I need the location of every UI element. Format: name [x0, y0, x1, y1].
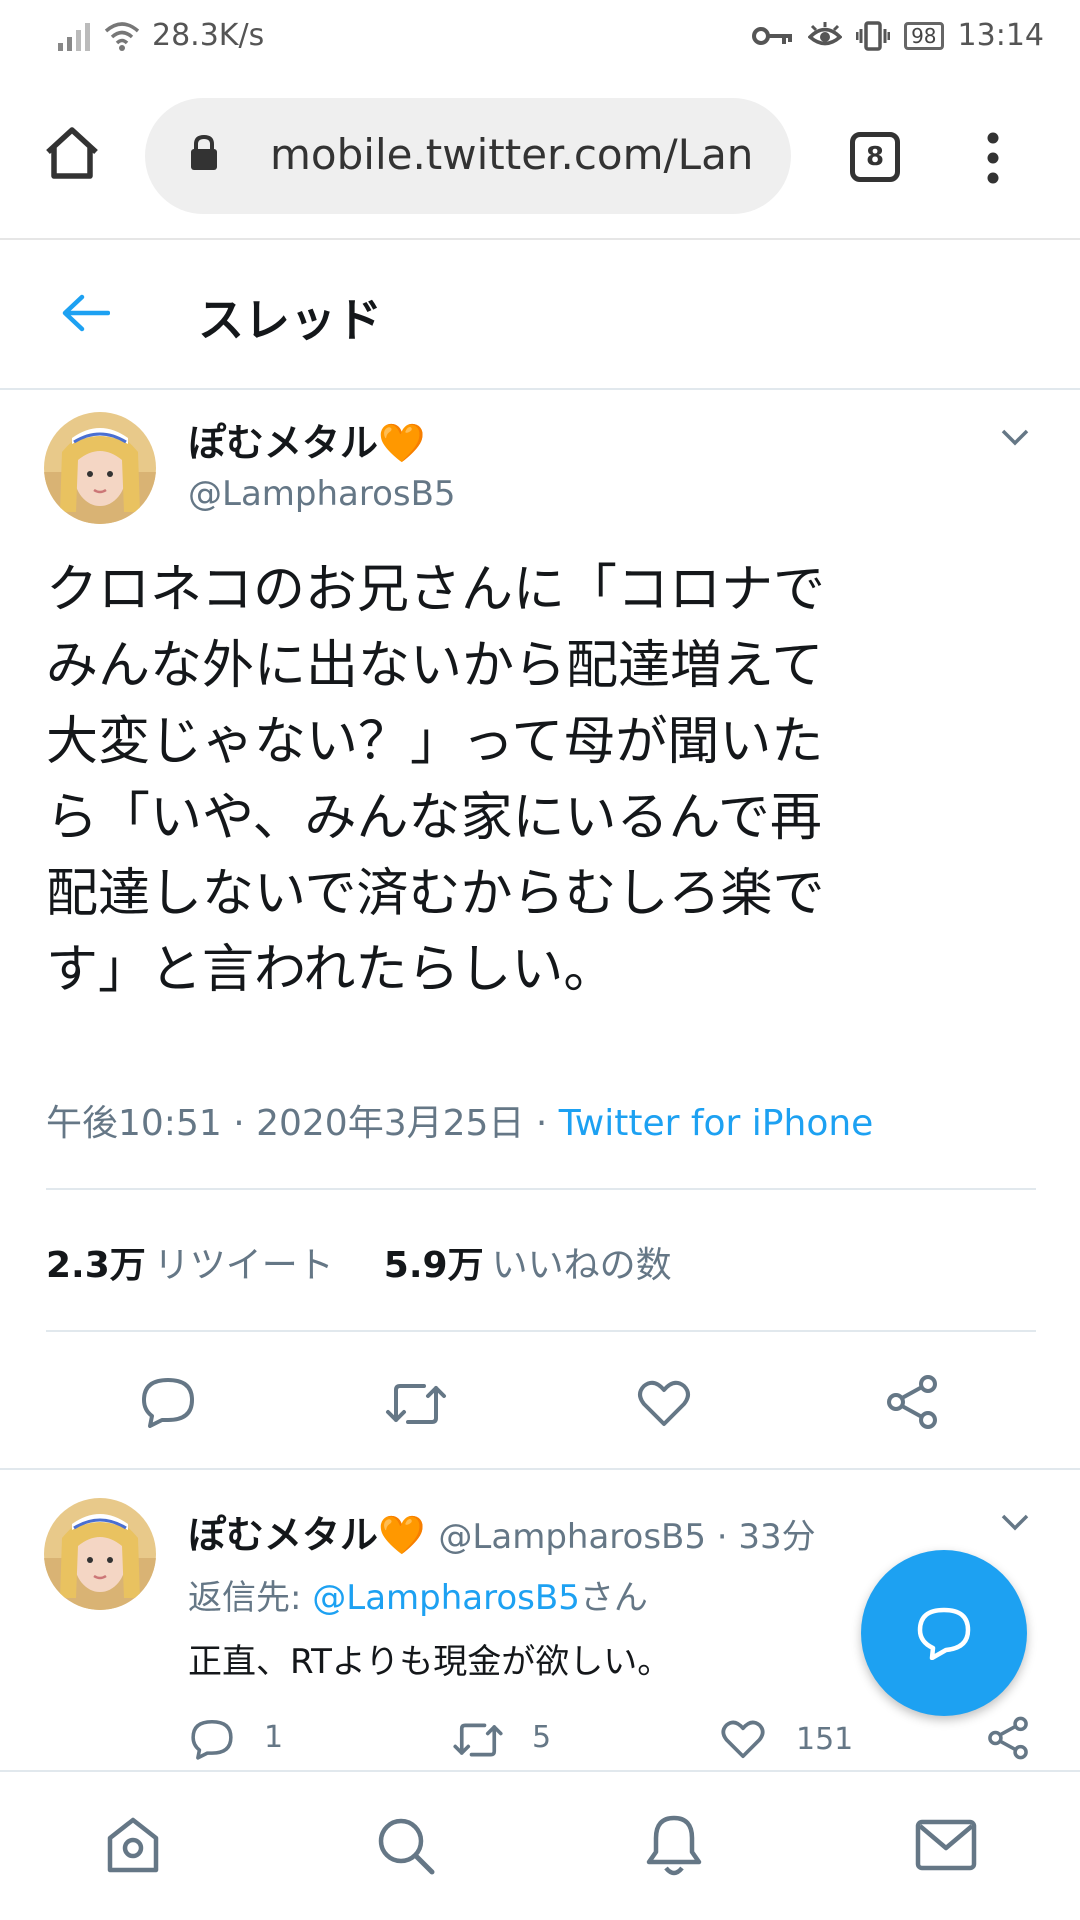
retweet-icon[interactable] — [452, 1720, 504, 1760]
url-bar[interactable]: mobile.twitter.com/Lan — [145, 98, 791, 214]
home-nav-icon[interactable] — [102, 1814, 164, 1876]
tweet-source[interactable]: Twitter for iPhone — [559, 1103, 874, 1144]
reply-icon[interactable] — [140, 1376, 196, 1428]
user-handle[interactable]: @LampharosB5 — [188, 474, 456, 514]
reply-count: 1 — [264, 1720, 284, 1755]
retweets-label[interactable]: リツイート — [154, 1245, 334, 1286]
reply-to-line: 返信先: @LampharosB5さん — [188, 1570, 648, 1619]
lock-icon — [191, 134, 217, 170]
messages-mail-icon[interactable] — [914, 1818, 978, 1872]
compose-reply-icon — [917, 1607, 971, 1660]
battery-icon: 98 — [904, 21, 944, 50]
section-divider — [0, 1468, 1080, 1470]
avatar[interactable] — [44, 1498, 156, 1610]
reply-to-handle[interactable]: @LampharosB5 — [312, 1578, 580, 1618]
reply-to-prefix: 返信先: — [188, 1578, 313, 1618]
eye-icon — [808, 21, 843, 45]
reply-text: 正直、RTよりも現金が欲しい。 — [188, 1642, 672, 1682]
like-heart-icon[interactable] — [720, 1718, 766, 1760]
status-bar: 28.3K/s 98 13:14 — [0, 0, 1080, 76]
tweet-timestamp[interactable]: 午後10:51 · 2020年3月25日 · — [46, 1103, 559, 1144]
search-nav-icon[interactable] — [374, 1814, 436, 1876]
like-count: 151 — [796, 1722, 854, 1757]
likes-label[interactable]: いいねの数 — [492, 1245, 672, 1286]
battery-level: 98 — [911, 23, 937, 48]
reply-header: ぽむメタル🧡 @LampharosB5 · 33分 — [188, 1504, 816, 1559]
avatar[interactable] — [44, 412, 156, 524]
chevron-down-icon[interactable] — [1000, 1512, 1030, 1532]
retweet-icon[interactable] — [384, 1380, 448, 1428]
tweet-metadata: 午後10:51 · 2020年3月25日 · Twitter for iPhon… — [46, 1094, 873, 1146]
wifi-icon — [104, 21, 140, 51]
reply-to-suffix: さん — [579, 1578, 648, 1618]
tweet-stats: 2.3万 リツイート 5.9万 いいねの数 — [46, 1236, 722, 1288]
home-icon[interactable] — [44, 126, 100, 180]
retweets-count[interactable]: 2.3万 — [46, 1245, 146, 1286]
clock: 13:14 — [957, 18, 1044, 53]
compose-fab-button[interactable] — [861, 1550, 1027, 1716]
key-icon — [752, 26, 793, 45]
bottom-navigation — [0, 1770, 1080, 1920]
notifications-bell-icon[interactable] — [644, 1812, 704, 1878]
browser-toolbar: mobile.twitter.com/Lan 8 — [0, 76, 1080, 240]
tab-switcher-button[interactable]: 8 — [850, 132, 900, 182]
page-header: スレッド — [0, 240, 1080, 390]
divider — [46, 1188, 1036, 1190]
share-icon[interactable] — [986, 1716, 1030, 1760]
handle-and-time[interactable]: @LampharosB5 · 33分 — [438, 1517, 815, 1557]
signal-icon — [58, 22, 90, 51]
back-arrow-icon[interactable] — [60, 293, 110, 333]
url-text: mobile.twitter.com/Lan — [270, 130, 754, 179]
display-name[interactable]: ぽむメタル🧡 — [188, 1513, 425, 1557]
tweet-text: クロネコのお兄さんに「コロナで みんな外に出ないから配達増えて 大変じゃない？」… — [46, 560, 825, 1000]
network-speed: 28.3K/s — [152, 18, 265, 53]
page-title: スレッド — [198, 293, 382, 347]
divider — [46, 1330, 1036, 1332]
like-heart-icon[interactable] — [636, 1378, 692, 1428]
retweet-count: 5 — [532, 1720, 552, 1755]
avatar-image — [44, 1498, 156, 1610]
likes-count[interactable]: 5.9万 — [384, 1245, 484, 1286]
reply-icon[interactable] — [190, 1718, 234, 1760]
vibrate-icon — [856, 20, 891, 51]
avatar-image — [44, 412, 156, 524]
more-vertical-icon[interactable] — [985, 132, 1001, 184]
share-icon[interactable] — [884, 1374, 940, 1430]
chevron-down-icon[interactable] — [1000, 427, 1030, 447]
display-name[interactable]: ぽむメタル🧡 — [188, 412, 425, 467]
